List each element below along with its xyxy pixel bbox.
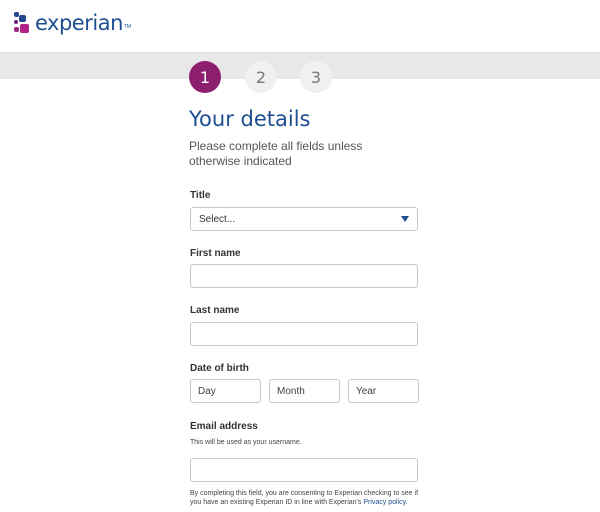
dob-day-input[interactable] (191, 380, 260, 402)
email-field[interactable] (190, 458, 418, 482)
last-name-label: Last name (190, 305, 240, 316)
experian-logo-icon (14, 12, 34, 34)
title-label: Title (190, 190, 211, 201)
consent-notice: By completing this field, you are consen… (190, 489, 422, 507)
dob-month-field[interactable] (269, 379, 340, 403)
email-input[interactable] (191, 459, 417, 481)
step-3-indicator: 3 (300, 61, 332, 93)
title-select-value: Select... (199, 214, 236, 225)
step-2-indicator: 2 (245, 61, 277, 93)
trademark-mark: TM (123, 24, 132, 30)
page-title: Your details (189, 107, 311, 131)
first-name-input[interactable] (191, 265, 417, 287)
first-name-field[interactable] (190, 264, 418, 288)
dob-month-input[interactable] (270, 380, 339, 402)
title-select[interactable]: Select... (190, 207, 418, 231)
privacy-policy-link[interactable]: Privacy policy. (363, 499, 407, 506)
experian-logo[interactable]: experian TM (14, 10, 131, 36)
dob-year-field[interactable] (348, 379, 419, 403)
page-subtitle: Please complete all fields unless otherw… (189, 139, 363, 168)
step-1-indicator: 1 (189, 61, 221, 93)
brand-name: experian (35, 11, 123, 35)
last-name-input[interactable] (191, 323, 417, 345)
email-label: Email address (190, 421, 258, 432)
dropdown-arrow-icon (401, 216, 409, 222)
dob-day-field[interactable] (190, 379, 261, 403)
first-name-label: First name (190, 248, 241, 259)
email-hint: This will be used as your username. (190, 439, 302, 446)
last-name-field[interactable] (190, 322, 418, 346)
dob-year-input[interactable] (349, 380, 418, 402)
dob-label: Date of birth (190, 363, 249, 374)
header: experian TM (0, 0, 600, 52)
